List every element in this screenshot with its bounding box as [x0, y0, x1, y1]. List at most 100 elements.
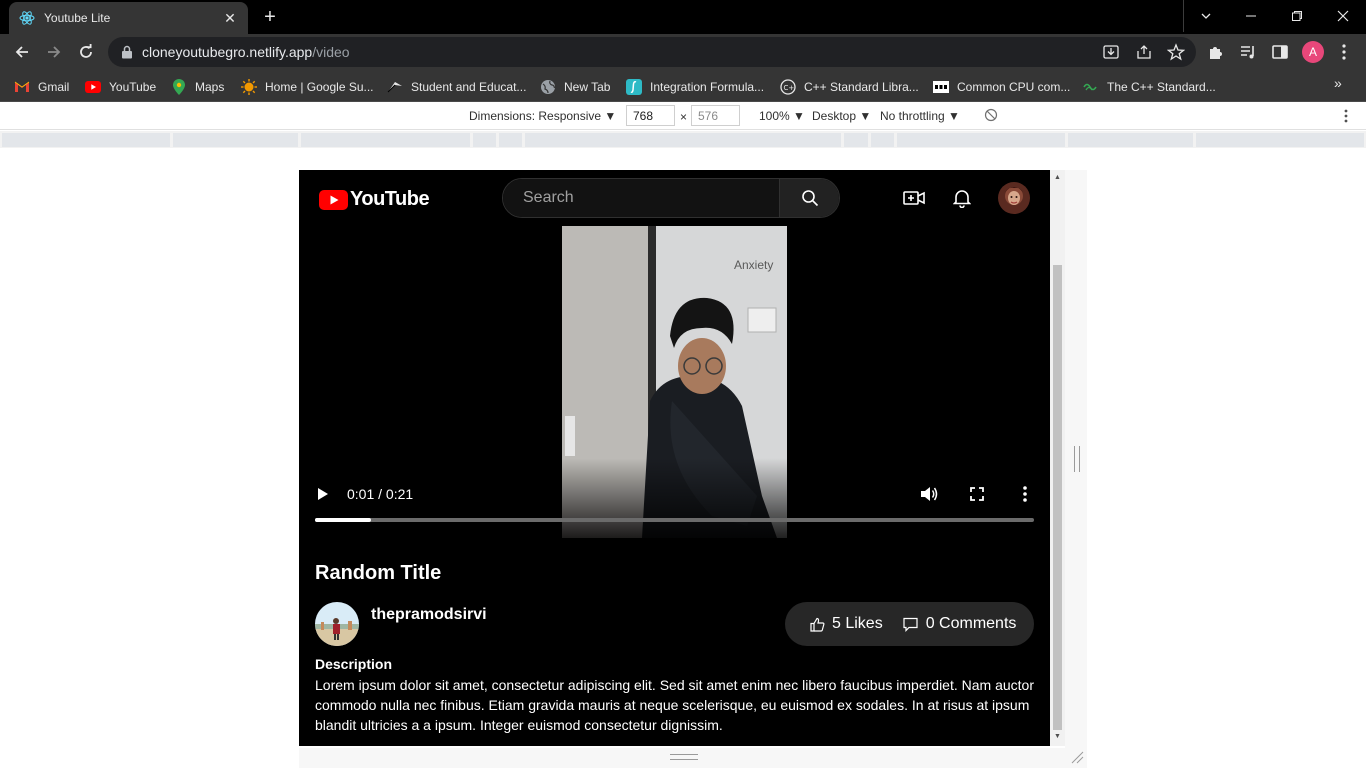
search-button[interactable] — [779, 179, 839, 217]
student-favicon-icon — [387, 79, 403, 95]
search-input[interactable] — [503, 179, 779, 217]
gmail-icon — [14, 79, 30, 95]
ruler-segment[interactable] — [844, 133, 868, 147]
ruler-segment[interactable] — [1196, 133, 1364, 147]
browser-toolbar: cloneyoutubegro.netlify.app/video A — [0, 34, 1366, 70]
bookmark-label: Student and Educat... — [411, 80, 527, 94]
reload-icon[interactable] — [74, 40, 98, 64]
zoom-dropdown[interactable]: 100% ▼ — [759, 109, 805, 123]
user-avatar[interactable] — [998, 182, 1030, 214]
thumbs-up-icon — [809, 616, 825, 632]
media-controls-icon[interactable] — [1236, 40, 1260, 64]
close-window-icon[interactable] — [1320, 0, 1366, 32]
chrome-menu-icon[interactable] — [1332, 40, 1356, 64]
video-progress-bar[interactable] — [315, 518, 1034, 522]
throttling-dropdown[interactable]: No throttling ▼ — [880, 109, 960, 123]
sun-favicon-icon — [241, 79, 257, 95]
scrollbar-thumb[interactable] — [1053, 265, 1062, 730]
browser-tab[interactable]: Youtube Lite ✕ — [9, 2, 248, 34]
device-toolbar-menu-icon[interactable] — [1343, 108, 1349, 127]
ruler-segment[interactable] — [1068, 133, 1193, 147]
like-button[interactable]: 5 Likes — [809, 615, 883, 633]
video-more-options-icon[interactable] — [1013, 482, 1037, 506]
extensions-icon[interactable] — [1204, 40, 1228, 64]
ruler-segment[interactable] — [499, 133, 522, 147]
corner-resize-handle[interactable] — [1070, 750, 1084, 764]
ruler-segment[interactable] — [173, 133, 298, 147]
forward-icon[interactable] — [42, 40, 66, 64]
bookmark-star-icon[interactable] — [1165, 41, 1187, 63]
ruler-segment[interactable] — [301, 133, 470, 147]
bookmark-common-cpu[interactable]: Common CPU com... — [933, 75, 1070, 99]
youtube-header: YouTube — [299, 170, 1050, 226]
more-bookmarks-icon[interactable]: » — [1334, 75, 1342, 91]
video-overlay-caption: Anxiety — [734, 258, 774, 272]
ruler-segment[interactable] — [525, 133, 841, 147]
bookmark-student-education[interactable]: Student and Educat... — [387, 75, 526, 99]
new-tab-button[interactable]: + — [258, 6, 282, 30]
bookmark-label: New Tab — [564, 80, 611, 94]
share-icon[interactable] — [1133, 41, 1155, 63]
youtube-logo[interactable]: YouTube — [319, 188, 430, 211]
bookmark-cpp-standard[interactable]: The C++ Standard... — [1083, 75, 1216, 99]
channel-name[interactable]: thepramodsirvi — [371, 606, 487, 624]
bookmark-cpp-library[interactable]: C+ C++ Standard Libra... — [780, 75, 919, 99]
scroll-down-icon[interactable]: ▼ — [1054, 733, 1061, 740]
comments-button[interactable]: 0 Comments — [903, 615, 1016, 633]
scroll-up-icon[interactable]: ▲ — [1054, 174, 1061, 181]
description-text: Lorem ipsum dolor sit amet, consectetur … — [315, 677, 1034, 733]
cpp-standard-favicon-icon — [1083, 79, 1099, 95]
create-video-icon[interactable] — [902, 186, 926, 210]
back-icon[interactable] — [10, 40, 34, 64]
bookmark-google-sites[interactable]: Home | Google Su... — [241, 75, 374, 99]
bookmark-maps[interactable]: Maps — [171, 75, 224, 99]
device-type-dropdown[interactable]: Desktop ▼ — [812, 109, 871, 123]
minimize-icon[interactable] — [1228, 0, 1274, 32]
lock-icon — [120, 45, 134, 59]
viewport-height-input[interactable] — [691, 105, 740, 126]
likes-count: 5 Likes — [832, 615, 883, 632]
install-app-icon[interactable] — [1100, 41, 1122, 63]
bookmark-gmail[interactable]: Gmail — [14, 75, 69, 99]
bookmark-new-tab[interactable]: New Tab — [540, 75, 610, 99]
bottom-resize-handle[interactable] — [670, 754, 698, 760]
ruler-segment[interactable] — [871, 133, 894, 147]
integral-favicon-icon — [626, 79, 642, 95]
side-panel-icon[interactable] — [1268, 40, 1292, 64]
bookmark-label: Maps — [195, 80, 225, 94]
react-favicon-icon — [19, 10, 35, 26]
bookmark-youtube[interactable]: YouTube — [85, 75, 156, 99]
volume-icon[interactable] — [917, 482, 941, 506]
tab-close-icon[interactable]: ✕ — [222, 10, 238, 27]
youtube-logo-text: YouTube — [350, 188, 430, 210]
tab-search-icon[interactable] — [1183, 0, 1229, 32]
ruler-segment[interactable] — [2, 133, 170, 147]
youtube-icon — [85, 79, 101, 95]
viewport-width-input[interactable] — [626, 105, 675, 126]
description-heading: Description — [315, 656, 393, 672]
dimension-separator: × — [680, 110, 688, 124]
bookmark-integration-formula[interactable]: Integration Formula... — [626, 75, 764, 99]
address-bar[interactable]: cloneyoutubegro.netlify.app/video — [108, 37, 1196, 67]
viewport-scrollbar[interactable]: ▲ ▼ — [1050, 170, 1065, 746]
url-path: /video — [312, 44, 350, 60]
youtube-play-logo-icon — [319, 189, 348, 210]
maps-pin-icon — [171, 79, 187, 95]
restore-icon[interactable] — [1274, 0, 1320, 32]
video-player[interactable]: Anxiety 0:01 / 0:21 — [315, 226, 1034, 538]
search-icon — [801, 190, 818, 207]
fullscreen-icon[interactable] — [965, 482, 989, 506]
comment-icon — [903, 616, 919, 632]
play-icon[interactable] — [315, 484, 331, 504]
tab-strip: Youtube Lite ✕ + — [0, 0, 1366, 34]
bookmark-label: YouTube — [109, 80, 157, 94]
profile-avatar[interactable]: A — [1302, 41, 1324, 63]
ruler-segment[interactable] — [897, 133, 1065, 147]
dimensions-dropdown[interactable]: Dimensions: Responsive ▼ — [469, 109, 616, 123]
right-resize-handle[interactable] — [1074, 446, 1080, 472]
notifications-bell-icon[interactable] — [950, 186, 974, 210]
bookmark-label: C++ Standard Libra... — [804, 80, 919, 94]
ruler-segment[interactable] — [473, 133, 496, 147]
rotate-disabled-icon[interactable] — [984, 108, 998, 125]
channel-avatar[interactable] — [315, 602, 359, 646]
